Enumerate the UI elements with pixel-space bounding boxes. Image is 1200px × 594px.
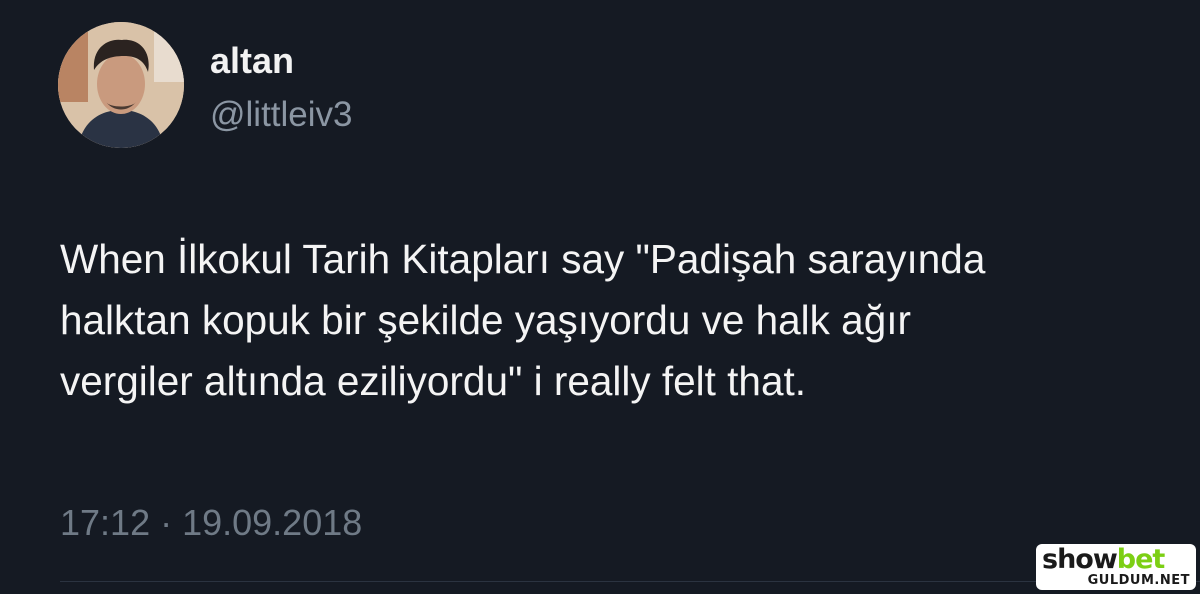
tweet-timestamp[interactable]: 17:12 · 19.09.2018 — [60, 503, 362, 543]
display-name[interactable]: altan — [210, 40, 294, 82]
watermark-logo: showbet GULDUM.NET — [1036, 544, 1196, 590]
watermark-brand-accent: bet — [1116, 544, 1166, 575]
profile-photo — [58, 22, 184, 148]
watermark-brand: showbet — [1042, 546, 1190, 574]
divider — [60, 581, 1200, 582]
tweet-text: When İlkokul Tarih Kitapları say "Padişa… — [60, 236, 986, 404]
avatar[interactable] — [58, 22, 184, 148]
watermark-brand-main: show — [1042, 544, 1118, 575]
watermark-site: GULDUM.NET — [1087, 573, 1190, 588]
user-handle[interactable]: @littleiv3 — [210, 94, 353, 136]
